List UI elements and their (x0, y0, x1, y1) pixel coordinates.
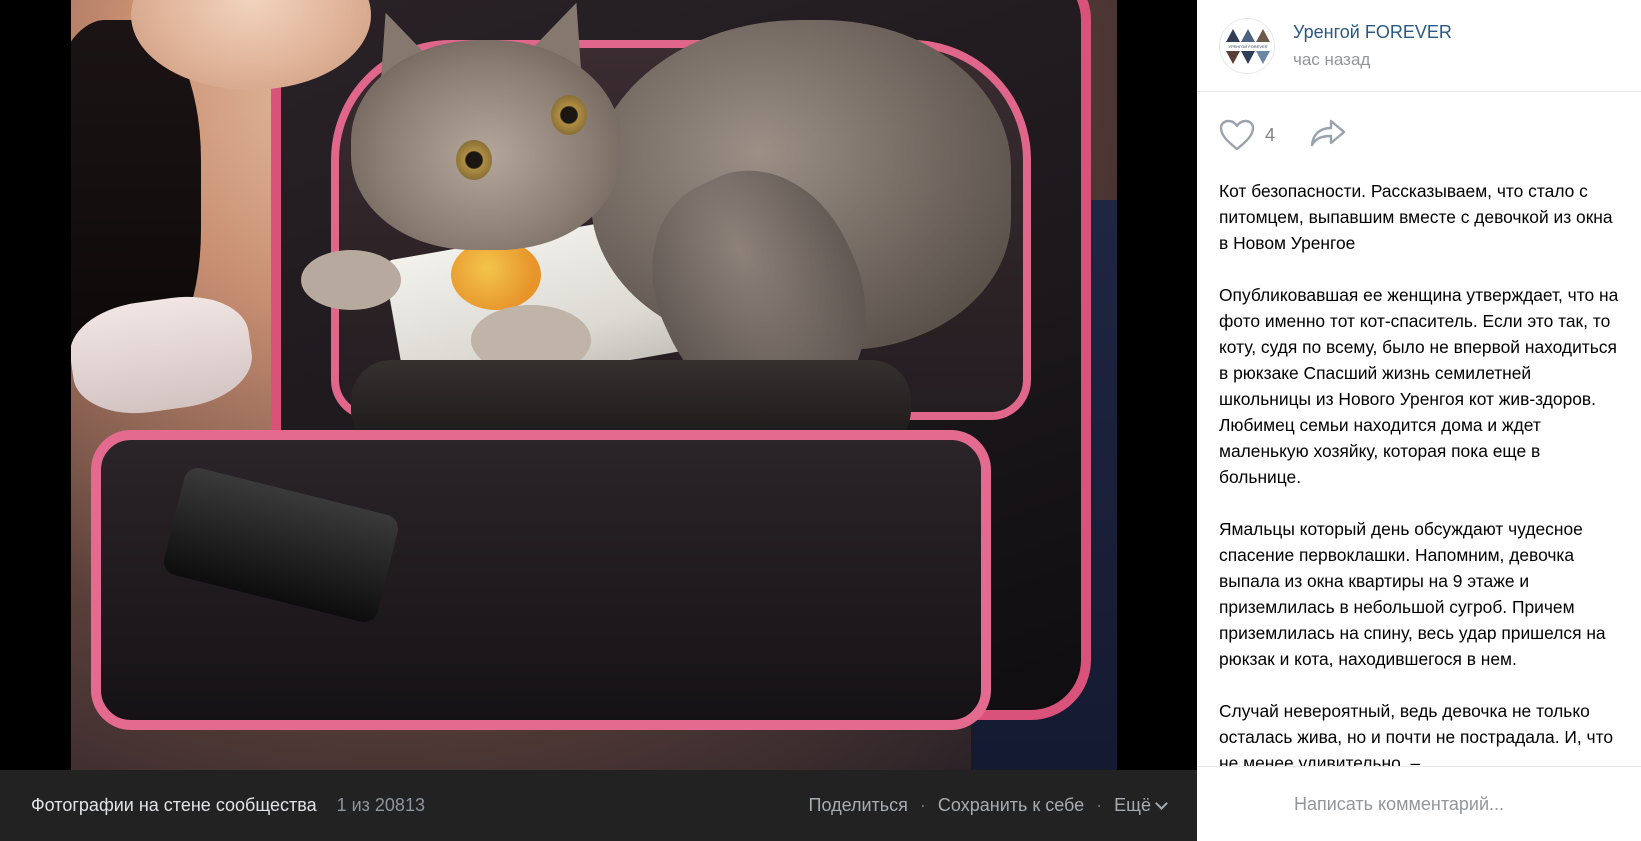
post-header: УРЕНГОЙ FOREVER Уренгой FOREVER час наза… (1197, 0, 1641, 92)
heart-icon (1219, 119, 1255, 151)
post-text: Кот безопасности. Рассказываем, что стал… (1197, 178, 1641, 778)
post-time[interactable]: час назад (1293, 50, 1452, 70)
post-paragraph: Кот безопасности. Рассказываем, что стал… (1219, 181, 1613, 253)
photo-counter: 1 из 20813 (336, 795, 425, 815)
logo-triangle (1226, 28, 1240, 42)
separator-dot: · (919, 795, 926, 815)
logo-triangle (1256, 28, 1270, 42)
photo-cat-in-backpack[interactable] (71, 0, 1117, 770)
logo-triangle (1241, 50, 1255, 64)
logo-triangle (1256, 50, 1270, 64)
post-paragraph: Ямальцы который день обсуждают чудесное … (1219, 519, 1606, 669)
save-to-self-button[interactable]: Сохранить к себе (938, 795, 1084, 816)
like-button[interactable]: 4 (1219, 119, 1275, 151)
avatar-logo-text: УРЕНГОЙ FOREVER (1228, 43, 1268, 49)
share-button[interactable]: Поделиться (809, 795, 908, 816)
photo-book-cover (451, 240, 541, 310)
header-info: Уренгой FOREVER час назад (1293, 22, 1452, 70)
logo-triangle (1226, 50, 1240, 64)
photo-cat-paw-left (301, 250, 401, 310)
group-avatar[interactable]: УРЕНГОЙ FOREVER (1219, 17, 1275, 74)
post-panel: УРЕНГОЙ FOREVER Уренгой FOREVER час наза… (1197, 0, 1641, 841)
group-name-link[interactable]: Уренгой FOREVER (1293, 22, 1452, 43)
post-paragraph: Опубликовавшая ее женщина утверждает, чт… (1219, 285, 1619, 487)
chevron-down-icon (1155, 796, 1168, 810)
album-title-link[interactable]: Фотографии на стене сообщества (31, 795, 317, 816)
share-arrow-icon (1310, 119, 1346, 146)
photo-bottom-bar: Фотографии на стене сообщества 1 из 2081… (0, 770, 1197, 841)
photo-viewer: Фотографии на стене сообщества 1 из 2081… (0, 0, 1197, 841)
separator-dot: · (1096, 795, 1103, 815)
comment-input[interactable] (1294, 793, 1544, 815)
post-paragraph: Случай невероятный, ведь девочка не толь… (1219, 701, 1614, 773)
comment-box (1197, 766, 1641, 841)
logo-triangle (1241, 28, 1255, 42)
photo-cat-eye-right (551, 95, 587, 135)
photo-area (0, 0, 1197, 770)
share-post-button[interactable] (1309, 118, 1347, 153)
more-button[interactable]: Ещё (1114, 795, 1168, 816)
more-label: Ещё (1114, 795, 1151, 815)
like-count: 4 (1265, 124, 1276, 145)
post-actions: 4 (1197, 92, 1641, 178)
photo-cat-eye-left (456, 140, 492, 180)
